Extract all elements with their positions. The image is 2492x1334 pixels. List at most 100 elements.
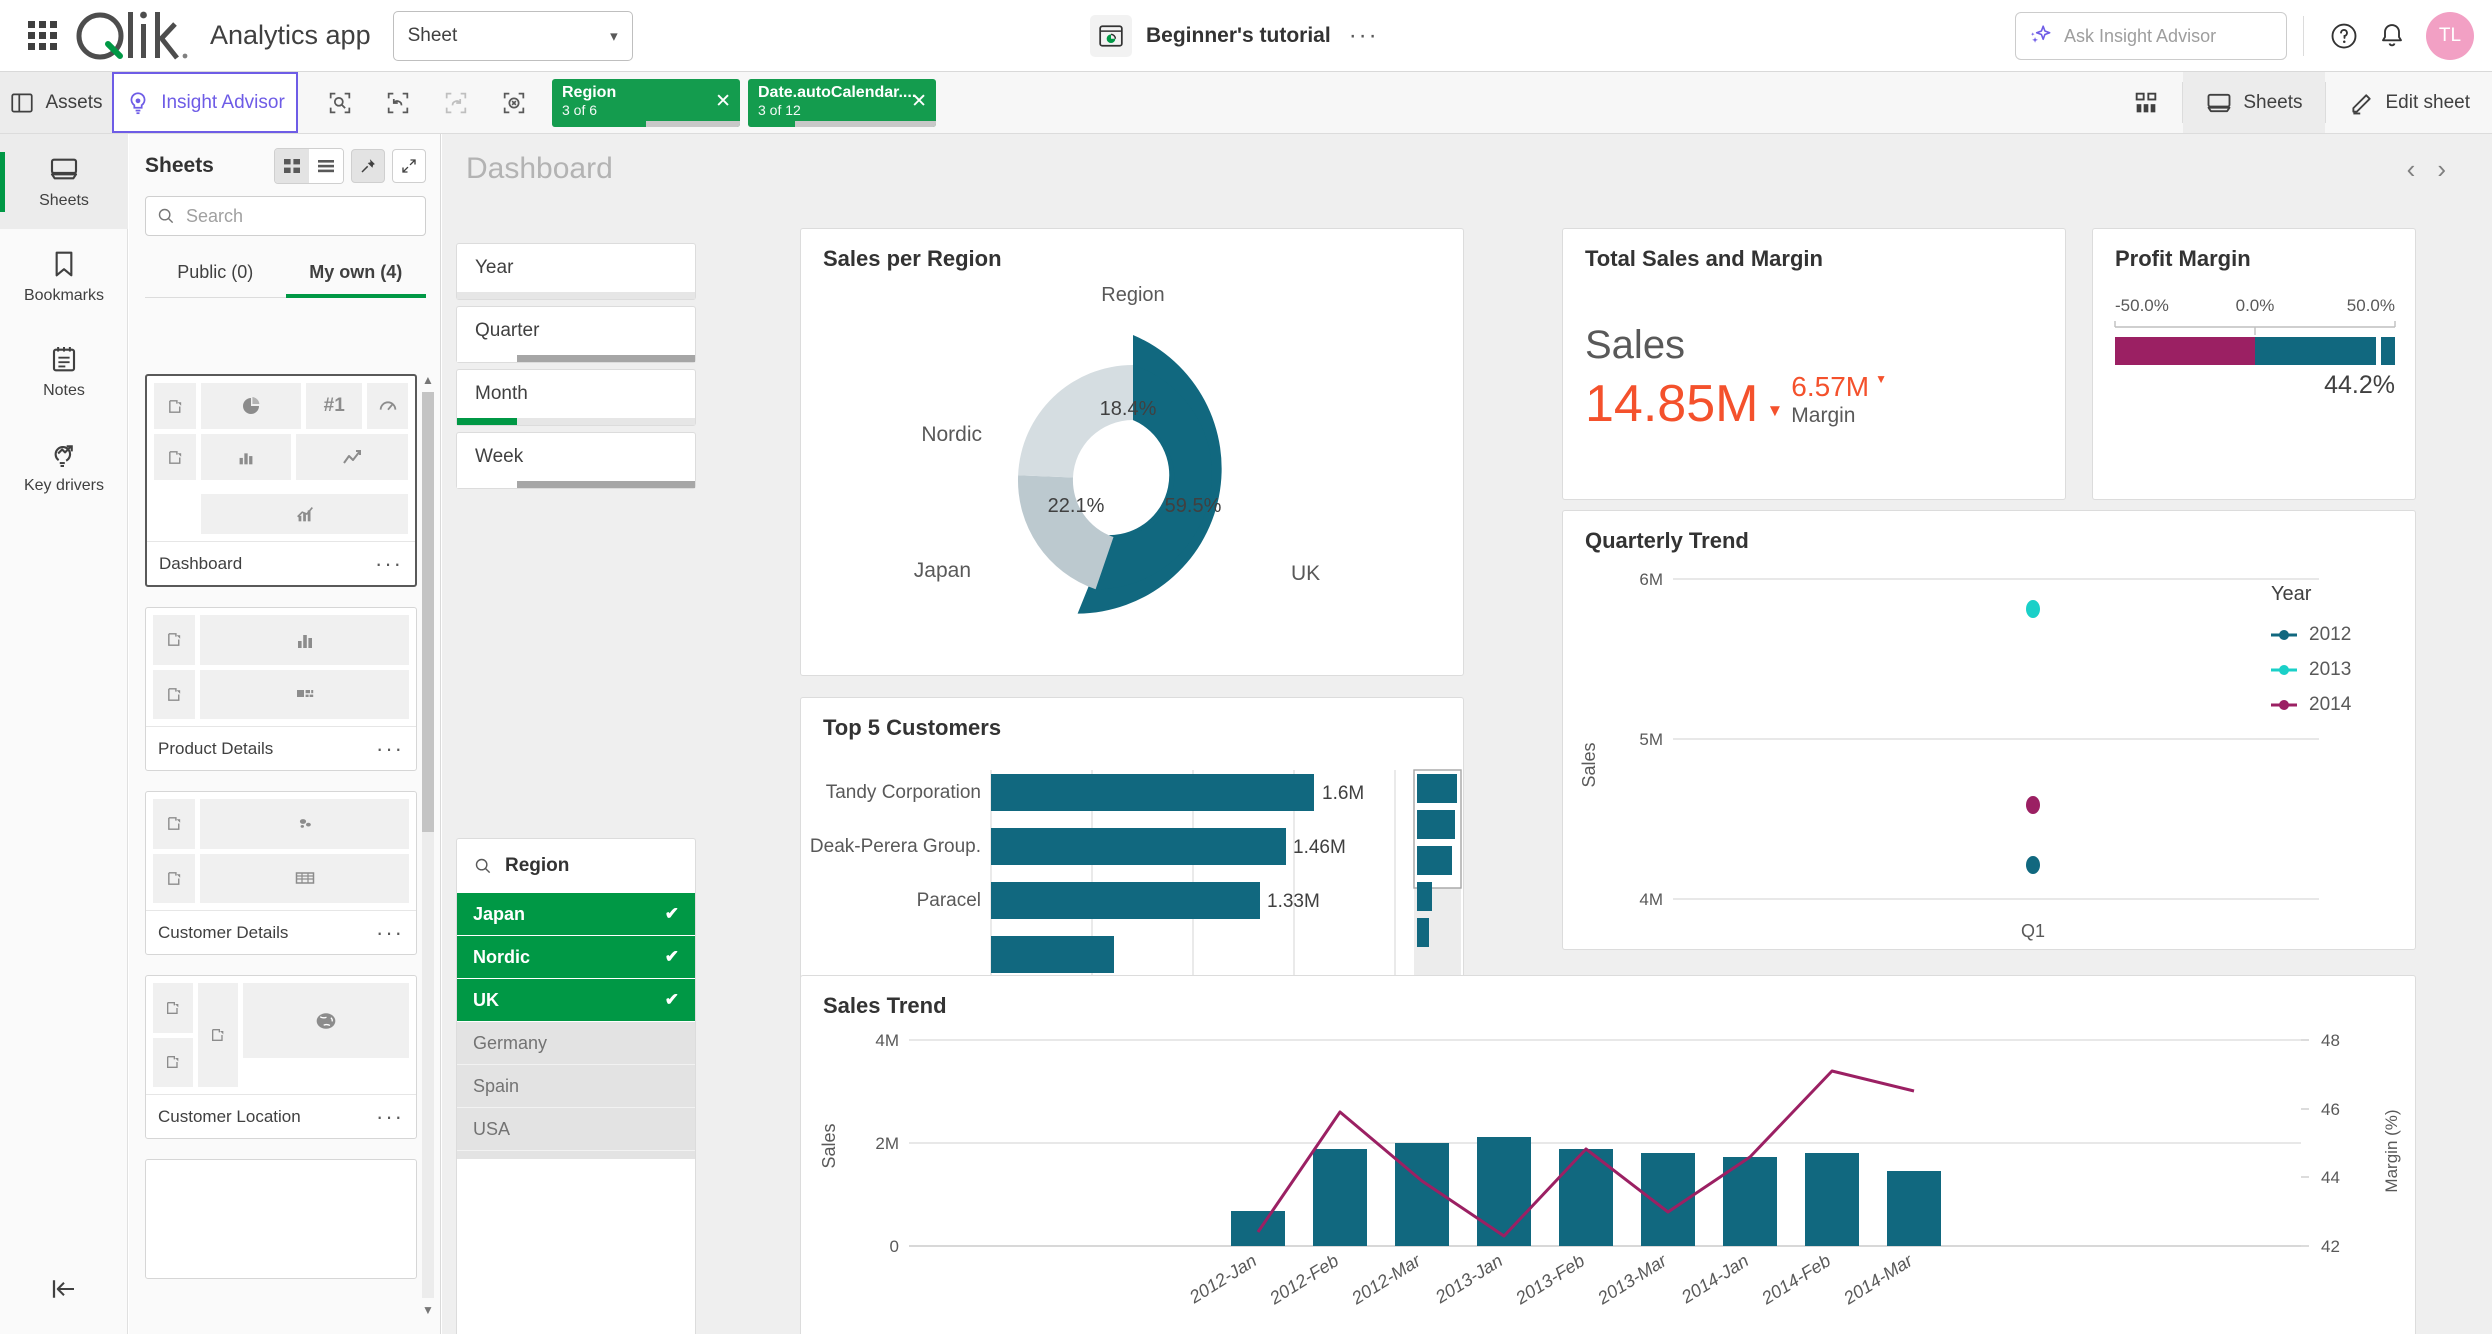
sheet-nav-arrows: ‹ › <box>2407 154 2468 185</box>
legend-title: Year <box>2271 583 2312 605</box>
sidebar-item-notes[interactable]: Notes <box>0 324 128 419</box>
sheet-name-row: Product Details ··· <box>146 726 416 770</box>
app-launcher-button[interactable] <box>14 21 70 50</box>
help-button[interactable] <box>2320 12 2368 60</box>
next-sheet-button[interactable]: › <box>2437 154 2446 185</box>
sheet-mode-dropdown[interactable]: Sheet ▾ <box>392 10 633 61</box>
expand-panel-button[interactable] <box>392 149 426 183</box>
list-item[interactable]: #1 Dashboard ··· <box>145 374 417 587</box>
close-icon[interactable]: ✕ <box>715 90 731 113</box>
search-input[interactable]: Search <box>145 196 426 236</box>
sidebar-item-sheets[interactable]: Sheets <box>0 134 128 229</box>
step-forward-icon[interactable] <box>432 79 480 127</box>
donut-chart: Region Nordic Japan UK 18.4% 22.1% 59.5% <box>914 284 1320 614</box>
tab-public[interactable]: Public (0) <box>145 252 286 297</box>
sidebar-item-key-drivers[interactable]: Key drivers <box>0 419 128 514</box>
sheet-menu-button[interactable]: ··· <box>376 1105 404 1127</box>
chart-profit-margin[interactable]: Profit Margin -50.0% 0.0% 50.0% 44.2% <box>2092 228 2416 500</box>
axis-tick-x: 2012-Mar <box>1347 1250 1425 1309</box>
notifications-button[interactable] <box>2368 12 2416 60</box>
sheets-view-button[interactable]: Sheets <box>2183 72 2325 133</box>
chart-title: Sales Trend <box>823 993 947 1018</box>
legend-item[interactable]: 2012 <box>2271 624 2401 646</box>
axis-tick-x: 2014-Feb <box>1757 1250 1834 1308</box>
listbox-item-germany[interactable]: Germany <box>457 1022 695 1065</box>
sheet-icon <box>2207 93 2231 112</box>
listbox-item-spain[interactable]: Spain <box>457 1065 695 1108</box>
page-title: Beginner's tutorial <box>1146 24 1331 47</box>
filter-week[interactable]: Week <box>456 432 696 489</box>
filter-year[interactable]: Year <box>456 243 696 300</box>
chart-total-sales-and-margin[interactable]: Total Sales and Margin Sales 14.85M ▼ 6.… <box>1562 228 2066 500</box>
listbox-item-label: USA <box>473 1118 511 1139</box>
chart-sales-per-region[interactable]: Sales per Region Region Nordic Japan UK <box>800 228 1464 676</box>
axis-tick-y: 0 <box>890 1237 899 1256</box>
filter-month[interactable]: Month <box>456 369 696 426</box>
sheet-mode-dropdown-value: Sheet <box>407 24 458 46</box>
edit-sheet-button[interactable]: Edit sheet <box>2326 72 2492 133</box>
sheet-name: Customer Details <box>158 922 289 942</box>
sheet-list-scrollbar[interactable]: ▲ ▼ <box>422 370 434 1320</box>
list-item[interactable]: Customer Details ··· <box>145 791 417 955</box>
notes-icon <box>52 347 76 372</box>
list-item[interactable]: Customer Location ··· <box>145 975 417 1139</box>
list-view-button[interactable] <box>309 149 343 183</box>
scrollbar-thumb[interactable] <box>422 392 434 832</box>
axis-label-y: Sales <box>1579 742 1599 787</box>
prev-sheet-button[interactable]: ‹ <box>2407 154 2416 185</box>
tab-my-own[interactable]: My own (4) <box>285 252 427 298</box>
scroll-up-arrow[interactable]: ▲ <box>422 370 434 390</box>
sheet-title-menu-button[interactable]: ··· <box>1349 24 1379 48</box>
chart-sales-trend[interactable]: Sales Trend Sales Margin (%) 4M 2M 0 48 … <box>800 975 2416 1334</box>
listbox-item-usa[interactable]: USA <box>457 1108 695 1151</box>
selection-tools <box>298 72 538 133</box>
assets-button[interactable]: Assets <box>0 72 112 133</box>
selection-chip[interactable]: Region 3 of 6 ✕ <box>552 78 740 127</box>
avatar[interactable]: TL <box>2426 12 2474 60</box>
bar-label-paracel: Paracel <box>917 890 981 911</box>
qlik-logo[interactable] <box>74 8 192 64</box>
sheet-title-group: Beginner's tutorial ··· <box>1090 0 1379 72</box>
close-icon[interactable]: ✕ <box>911 90 927 113</box>
search-icon <box>158 208 174 224</box>
region-search[interactable]: Region <box>457 839 695 893</box>
sheet-name: Customer Location <box>158 1106 301 1126</box>
chart-view-button[interactable] <box>2110 72 2182 133</box>
insight-advisor-search[interactable]: Ask Insight Advisor <box>2015 12 2287 60</box>
collapse-panel-button[interactable] <box>0 1274 128 1304</box>
filter-pane-icon <box>167 871 180 885</box>
listbox-item-japan[interactable]: Japan ✔ <box>457 893 695 936</box>
filter-quarter[interactable]: Quarter <box>456 306 696 363</box>
clear-selections-icon[interactable] <box>490 79 538 127</box>
view-toggle-group <box>274 148 344 184</box>
step-back-icon[interactable] <box>374 79 422 127</box>
sheet-menu-button[interactable]: ··· <box>376 921 404 943</box>
listbox-item-nordic[interactable]: Nordic ✔ <box>457 936 695 979</box>
list-item[interactable]: Product Details ··· <box>145 607 417 771</box>
sheet-menu-button[interactable]: ··· <box>376 737 404 759</box>
listbox-item-uk[interactable]: UK ✔ <box>457 979 695 1022</box>
pin-panel-button[interactable] <box>351 149 385 183</box>
grid-view-button[interactable] <box>275 149 309 183</box>
check-icon: ✔ <box>664 947 679 966</box>
selection-chip[interactable]: Date.autoCalendar.... 3 of 12 ✕ <box>748 78 936 127</box>
collapse-left-icon <box>52 1280 74 1298</box>
chart-title: Profit Margin <box>2115 246 2251 271</box>
region-listbox-title: Region <box>505 855 570 876</box>
bar-chart-scrollbar[interactable] <box>1413 769 1462 995</box>
bar-value-deak-perera: 1.46M <box>1293 837 1346 858</box>
sheet-menu-button[interactable]: ··· <box>375 552 403 574</box>
sidebar-item-bookmarks[interactable]: Bookmarks <box>0 229 128 324</box>
legend-item[interactable]: 2013 <box>2271 659 2401 681</box>
insight-advisor-button[interactable]: Insight Advisor <box>112 72 298 133</box>
app-thumbnail-icon[interactable] <box>1090 15 1132 57</box>
filter-pane-icon <box>167 687 180 701</box>
scroll-down-arrow[interactable]: ▼ <box>422 1300 434 1320</box>
search-selections-icon[interactable] <box>316 79 364 127</box>
sheets-panel: Sheets Search Public (0) My own (4) #1 D… <box>129 134 441 1334</box>
list-item[interactable] <box>145 1159 417 1279</box>
legend-item[interactable]: 2014 <box>2271 694 2401 716</box>
kpi-group: Sales 14.85M ▼ 6.57M ▼ Margin <box>1585 319 1887 435</box>
chart-quarterly-trend[interactable]: Quarterly Trend Sales 6M 5M 4M Q1 Year 2… <box>1562 510 2416 950</box>
filter-bar <box>457 418 695 425</box>
